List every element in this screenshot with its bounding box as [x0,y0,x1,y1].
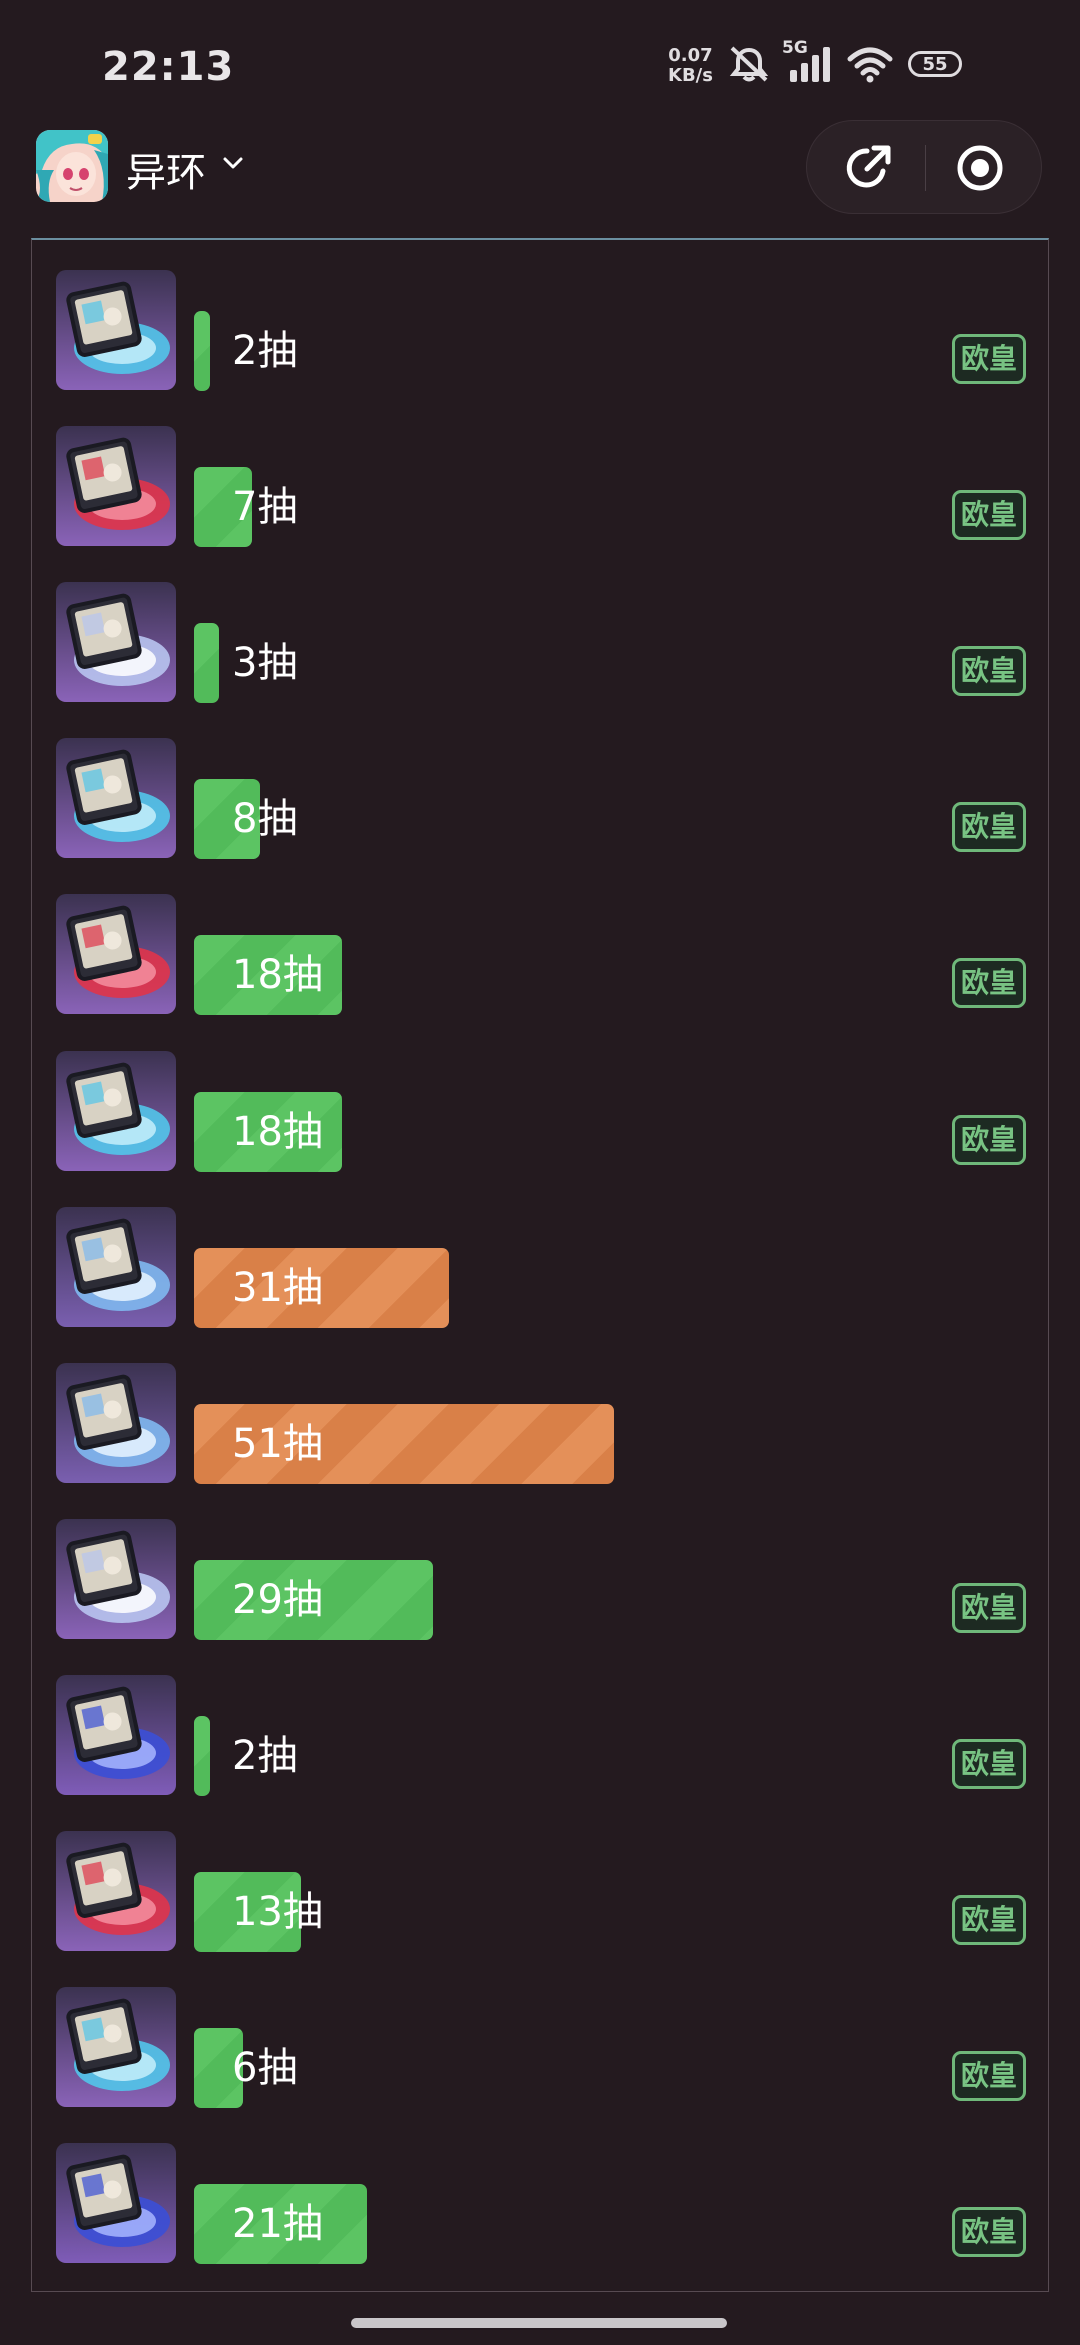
pull-count-label: 2抽 [232,1732,298,1779]
pull-count-label: 13抽 [232,1889,323,1935]
pull-count-label: 7抽 [232,484,298,531]
luck-rating-badge: 欧皇 [952,1582,1026,1633]
game-selector-label[interactable]: 异环 [126,140,206,198]
battery-indicator: 55 [908,51,962,77]
pull-record-row[interactable]: 8抽 欧皇 [56,738,1026,860]
character-portrait [56,1674,176,1795]
luck-rating-badge: 欧皇 [952,490,1026,541]
pull-count-label: 21抽 [232,2201,323,2248]
pull-count-label: 51抽 [232,1420,323,1467]
pull-record-row[interactable]: 7抽 欧皇 [56,426,1026,548]
character-portrait [56,894,176,1015]
pull-count-label: 18抽 [232,1108,323,1155]
pull-count-label: 18抽 [232,952,323,999]
pull-count-bar [194,311,210,391]
pull-record-row[interactable]: 2抽 欧皇 [56,270,1026,391]
clock-time: 22:13 [102,44,235,90]
pull-record-row[interactable]: 13抽 欧皇 [56,1831,1026,1952]
character-portrait [56,1362,176,1483]
app-header: 异环 [0,120,1080,230]
character-portrait [56,2143,176,2264]
pull-count-label: 3抽 [232,640,298,687]
pull-count-label: 31抽 [232,1264,323,1311]
network-speed: 0.07 KB/s [668,46,713,86]
luck-rating-badge: 欧皇 [952,1114,1026,1165]
pull-record-list: 2抽 欧皇 7抽 欧皇 3抽 欧皇 8抽 欧皇 18抽 欧皇 18抽 欧皇 31… [31,238,1049,2292]
home-indicator[interactable] [351,2318,727,2328]
luck-rating-badge: 欧皇 [952,2207,1026,2258]
luck-rating-badge: 欧皇 [952,958,1026,1009]
character-portrait [56,1206,176,1327]
character-portrait [56,738,176,859]
capsule-divider [925,145,926,191]
record-target-icon[interactable] [955,143,1005,193]
pull-record-row[interactable]: 3抽 欧皇 [56,582,1026,704]
pull-record-row[interactable]: 6抽 欧皇 [56,1987,1026,2109]
mute-bell-icon [729,46,769,82]
luck-rating-badge: 欧皇 [952,646,1026,697]
pull-record-row[interactable]: 29抽 欧皇 [56,1518,1026,1640]
chevron-down-icon[interactable] [222,156,244,170]
character-portrait [56,270,176,390]
pull-record-row[interactable]: 18抽 欧皇 [56,894,1026,1016]
pull-count-label: 29抽 [232,1576,323,1623]
pull-count-label: 6抽 [232,2045,298,2092]
game-avatar[interactable] [36,130,108,202]
character-portrait [56,582,176,703]
character-portrait [56,1831,176,1951]
pull-record-row[interactable]: 21抽 欧皇 [56,2143,1026,2265]
character-portrait [56,1518,176,1639]
pull-count-bar [194,623,219,704]
pull-record-row[interactable]: 51抽 [56,1362,1026,1484]
status-bar: 22:13 0.07 KB/s 5G 55 [0,0,1080,120]
luck-rating-badge: 欧皇 [952,2051,1026,2102]
luck-rating-badge: 欧皇 [952,1895,1026,1945]
battery-level: 55 [922,53,948,75]
pull-count-bar [194,1715,210,1796]
network-speed-unit: KB/s [668,65,713,86]
wifi-icon [847,47,893,83]
luck-rating-badge: 欧皇 [952,802,1026,853]
pull-count-label: 2抽 [232,328,298,374]
share-arrow-icon[interactable] [843,143,893,193]
character-portrait [56,1050,176,1171]
luck-rating-badge: 欧皇 [952,1738,1026,1789]
pull-record-row[interactable]: 2抽 欧皇 [56,1674,1026,1796]
pull-count-label: 8抽 [232,796,298,843]
character-portrait [56,1987,176,2108]
luck-rating-badge: 欧皇 [952,334,1026,384]
pull-record-row[interactable]: 31抽 [56,1206,1026,1328]
network-speed-value: 0.07 [668,45,713,66]
mini-program-capsule [806,120,1042,214]
character-portrait [56,426,176,547]
pull-record-row[interactable]: 18抽 欧皇 [56,1050,1026,1172]
cellular-signal-icon: 5G [782,38,832,84]
